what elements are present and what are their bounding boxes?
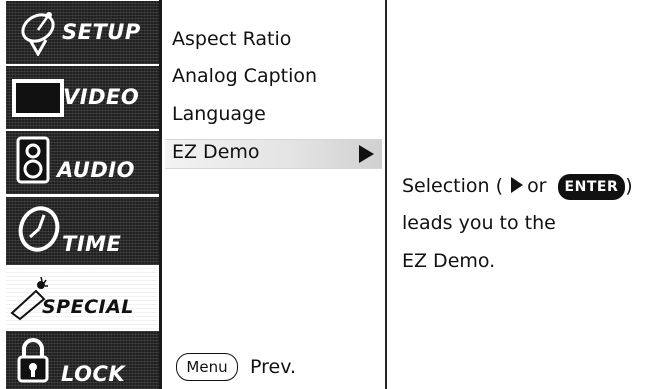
tab-time[interactable]: TIME: [6, 197, 159, 265]
menu-item-ez-demo[interactable]: EZ Demo: [172, 141, 260, 163]
satellite-dish-icon: [21, 12, 55, 56]
help-text-line-2: leads you to the: [402, 212, 556, 234]
category-rail: SETUP VIDEO AUDIO TIME SPECIAL LOCK: [6, 0, 159, 389]
tab-special-label: SPECIAL: [42, 296, 134, 318]
tab-setup-label: SETUP: [62, 20, 141, 44]
padlock-icon: [17, 338, 49, 383]
tab-video-label: VIDEO: [63, 85, 140, 109]
tab-audio[interactable]: AUDIO: [6, 131, 159, 194]
help-text-line-3: EZ Demo.: [402, 250, 496, 272]
menu-item-analog-caption[interactable]: Analog Caption: [172, 65, 317, 87]
special-menu-panel: Aspect Ratio Analog Caption Language EZ …: [159, 0, 650, 389]
help-text-line-1: Selection ( or ENTER): [402, 174, 633, 200]
clock-icon: [18, 206, 60, 252]
enter-key-badge: ENTER: [557, 174, 626, 200]
help-text-suffix: ): [625, 175, 633, 197]
help-text-or: or: [527, 175, 547, 197]
tab-time-label: TIME: [62, 232, 122, 256]
screen-icon: [12, 79, 64, 117]
menu-item-aspect-ratio[interactable]: Aspect Ratio: [172, 28, 291, 50]
panel-divider: [385, 0, 387, 389]
prev-label: Prev.: [250, 356, 297, 378]
tab-video[interactable]: VIDEO: [6, 66, 159, 129]
right-arrow-small-icon: [511, 177, 524, 193]
tab-lock[interactable]: LOCK: [6, 331, 159, 389]
tab-audio-label: AUDIO: [57, 158, 135, 182]
menu-item-language[interactable]: Language: [172, 103, 266, 125]
speaker-icon: [16, 136, 50, 184]
tab-setup[interactable]: SETUP: [6, 1, 159, 64]
help-text-prefix: Selection (: [402, 175, 504, 197]
tab-lock-label: LOCK: [61, 362, 126, 386]
menu-button[interactable]: Menu: [176, 353, 238, 381]
tab-special[interactable]: SPECIAL: [6, 267, 159, 329]
right-arrow-icon: [359, 145, 374, 163]
